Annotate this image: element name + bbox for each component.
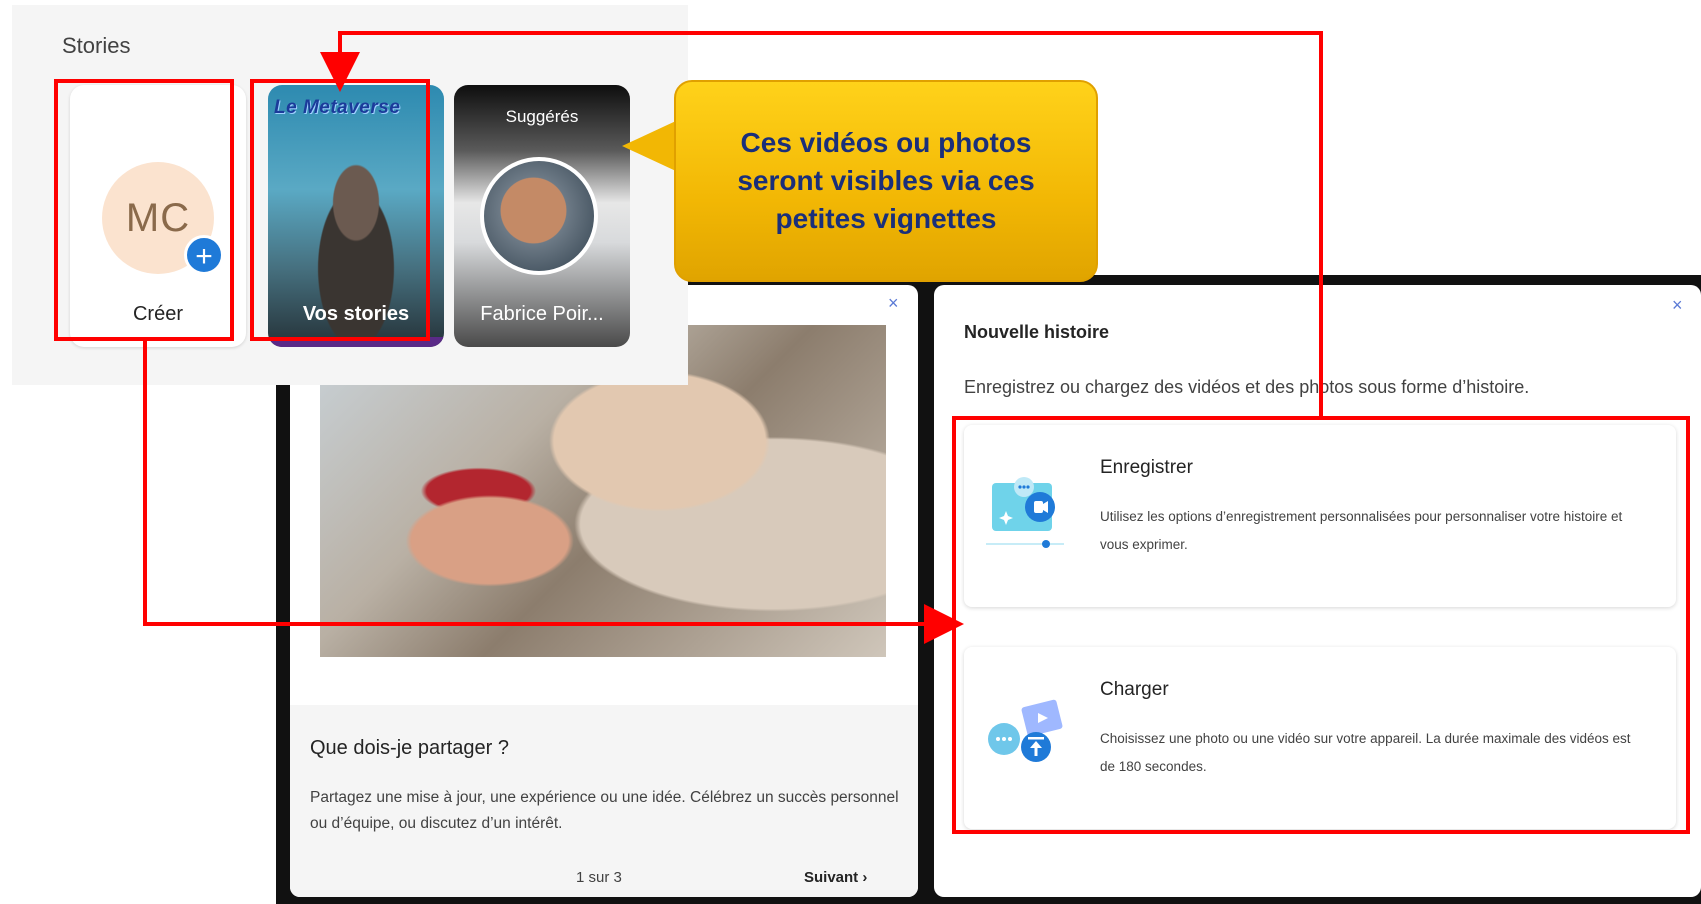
arrow-create-to-options (143, 341, 964, 644)
annotation-arrows (143, 31, 1323, 644)
arrow-options-to-my-stories (320, 31, 1323, 416)
